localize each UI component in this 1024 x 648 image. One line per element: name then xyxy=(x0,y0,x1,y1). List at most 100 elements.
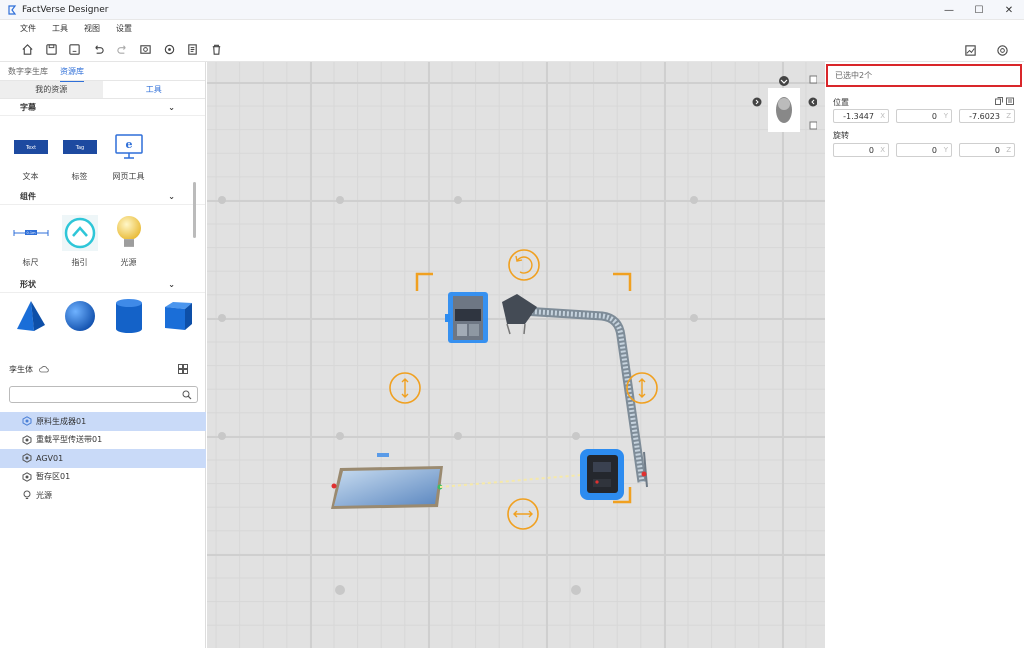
camera-icon xyxy=(997,44,1008,56)
position-label: 位置 xyxy=(833,98,849,107)
library-scrollbar[interactable] xyxy=(193,182,196,238)
view-left-icon[interactable] xyxy=(752,97,762,107)
redo-icon xyxy=(117,44,126,54)
copy-icon[interactable] xyxy=(995,97,1003,105)
close-button[interactable]: ✕ xyxy=(994,0,1024,20)
svg-text:0.1m: 0.1m xyxy=(26,231,36,235)
undo-icon xyxy=(95,44,104,54)
ruler-icon: 0.1m xyxy=(13,230,48,236)
position-z-input[interactable]: -7.6023 Z xyxy=(959,109,1015,123)
item-light[interactable]: 光源 xyxy=(104,212,153,276)
item-guide[interactable]: 指引 xyxy=(55,212,104,276)
chart-button[interactable] xyxy=(959,39,983,61)
camera-button[interactable] xyxy=(990,39,1014,61)
tree-item-label: 原料生成器01 xyxy=(36,416,87,426)
view-rotate-icon xyxy=(808,97,818,107)
selection-summary: 已选中2个 xyxy=(826,64,1022,87)
item-ruler[interactable]: 0.1m 标尺 xyxy=(6,212,55,276)
menu-tools[interactable]: 工具 xyxy=(52,23,68,34)
3d-viewport[interactable] xyxy=(207,62,825,648)
ruler-thumb: 0.1m xyxy=(13,212,49,254)
cloud-upload-icon[interactable] xyxy=(39,365,49,373)
twin-object-icon xyxy=(22,471,32,482)
item-cylinder[interactable] xyxy=(104,295,153,338)
redo-button[interactable] xyxy=(110,38,134,60)
tree-item-label: AGV01 xyxy=(36,453,64,463)
item-web-tool[interactable]: e 网页工具 xyxy=(104,126,153,188)
tree-item-material-generator[interactable]: 原料生成器01 xyxy=(0,412,206,431)
menu-view[interactable]: 视图 xyxy=(84,23,100,34)
component-items: 0.1m 标尺 指引 光源 xyxy=(0,205,205,276)
position-x-input[interactable]: -1.3447 X xyxy=(833,109,889,123)
toolbar xyxy=(0,37,1024,62)
layout-toggle-icon[interactable] xyxy=(178,364,188,374)
tree-item-label: 光源 xyxy=(36,490,52,500)
rotation-z-input[interactable]: 0Z xyxy=(959,143,1015,157)
window-controls: — ☐ ✕ xyxy=(934,0,1024,20)
minimize-button[interactable]: — xyxy=(934,0,964,20)
paste-icon[interactable] xyxy=(1006,97,1014,105)
chart-icon xyxy=(965,44,976,56)
subtitle-items: Text 文本 Tag 标签 e 网页工具 xyxy=(0,116,205,188)
app-window: FactVerse Designer — ☐ ✕ 文件 工具 视图 设置 数字孪… xyxy=(0,0,1024,648)
document-icon xyxy=(188,43,198,55)
scene-canvas xyxy=(218,196,698,595)
twin-tree: 原料生成器01 重载平型传送带01 AGV01 暂存区01 光源 xyxy=(0,412,206,505)
maximize-button[interactable]: ☐ xyxy=(964,0,994,20)
menu-bar: 文件 工具 视图 设置 xyxy=(0,20,1024,37)
tree-item-staging-area[interactable]: 暂存区01 xyxy=(0,468,206,487)
shape-items xyxy=(0,293,205,338)
resource-tabs: 我的资源 工具 xyxy=(0,81,205,99)
view-navigator[interactable] xyxy=(767,74,818,134)
section-components[interactable]: 组件 ⌄ xyxy=(0,188,205,205)
section-subtitles[interactable]: 字幕 ⌄ xyxy=(0,99,205,116)
toolbar-right xyxy=(959,39,1014,61)
tree-item-light[interactable]: 光源 xyxy=(0,486,206,505)
twin-search-input[interactable] xyxy=(9,386,198,403)
twins-header: 孪生体 xyxy=(0,360,205,378)
tree-item-conveyor[interactable]: 重载平型传送带01 xyxy=(0,431,206,450)
view-top-icon xyxy=(779,76,789,86)
staging-area-model xyxy=(331,453,443,509)
save-as-button[interactable] xyxy=(63,38,87,60)
pyramid-icon xyxy=(16,301,45,331)
item-label: 网页工具 xyxy=(112,172,145,181)
tab-tools[interactable]: 工具 xyxy=(103,81,206,98)
section-title: 形状 xyxy=(20,279,36,289)
position-y-input[interactable]: 0Y xyxy=(896,109,952,123)
chevron-down-icon: ⌄ xyxy=(168,191,175,201)
document-button[interactable] xyxy=(181,38,205,60)
delete-button[interactable] xyxy=(205,38,229,60)
tab-twin-library[interactable]: 数字孪生库 xyxy=(8,62,48,81)
home-button[interactable] xyxy=(16,38,40,60)
item-pyramid[interactable] xyxy=(6,295,55,338)
section-title: 字幕 xyxy=(20,102,36,112)
menu-settings[interactable]: 设置 xyxy=(116,23,132,34)
guide-thumb xyxy=(61,212,98,254)
text-thumb: Text xyxy=(13,126,48,168)
item-text[interactable]: Text 文本 xyxy=(6,126,55,188)
chevron-down-icon: ⌄ xyxy=(168,279,175,289)
rotation-y-input[interactable]: 0Y xyxy=(896,143,952,157)
selection-text: 已选中2个 xyxy=(835,71,873,80)
tree-item-label: 重载平型传送带01 xyxy=(36,435,103,445)
section-shapes[interactable]: 形状 ⌄ xyxy=(0,276,205,293)
item-sphere[interactable] xyxy=(55,295,104,338)
cylinder-icon xyxy=(115,299,142,333)
app-logo-icon xyxy=(8,4,17,15)
tree-item-agv[interactable]: AGV01 xyxy=(0,449,206,468)
item-tag[interactable]: Tag 标签 xyxy=(55,126,104,188)
tab-resource-library[interactable]: 资源库 xyxy=(60,62,84,82)
undo-button[interactable] xyxy=(87,38,111,60)
save-button[interactable] xyxy=(40,38,64,60)
light-bulb-icon xyxy=(23,490,31,500)
settings-button[interactable] xyxy=(158,38,182,60)
tab-my-resources[interactable]: 我的资源 xyxy=(0,81,103,98)
settings-icon xyxy=(164,44,175,54)
screenshot-button[interactable] xyxy=(134,38,158,60)
item-cube[interactable] xyxy=(153,295,202,338)
twin-object-icon xyxy=(22,416,32,427)
rotation-x-input[interactable]: 0X xyxy=(833,143,889,157)
menu-file[interactable]: 文件 xyxy=(20,23,36,34)
item-label: 标尺 xyxy=(22,258,39,267)
